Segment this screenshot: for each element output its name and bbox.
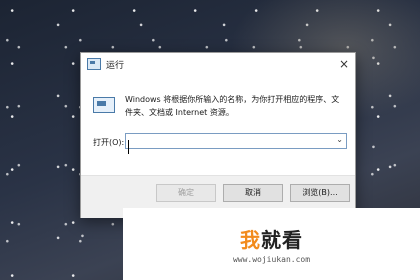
dialog-description: Windows 将根据你所输入的名称，为你打开相应的程序、文件夹、文档或 Int… xyxy=(125,95,340,117)
title-bar[interactable]: 运行 × xyxy=(81,53,355,75)
dialog-title: 运行 xyxy=(106,60,125,71)
watermark-brand: 我就看 xyxy=(123,224,420,253)
watermark-brand-part2: 就看 xyxy=(261,228,303,252)
run-app-icon xyxy=(93,97,115,113)
cancel-button[interactable]: 取消 xyxy=(223,184,283,202)
watermark-url: www.wojiukan.com xyxy=(232,255,311,264)
open-input[interactable] xyxy=(128,139,332,154)
close-button[interactable]: × xyxy=(335,55,353,73)
watermark-brand-part1: 我 xyxy=(240,228,261,252)
run-dialog: 运行 × Windows 将根据你所输入的名称，为你打开相应的程序、文件夹、文档… xyxy=(80,52,356,218)
chevron-down-icon[interactable]: ⌄ xyxy=(336,135,343,144)
open-combobox[interactable]: ⌄ xyxy=(125,133,347,154)
open-label: 打开(O): xyxy=(93,138,125,147)
watermark-logo: 我就看 www.wojiukan.com xyxy=(123,208,420,280)
run-icon xyxy=(87,58,101,70)
ok-button[interactable]: 确定 xyxy=(156,184,216,202)
browse-button[interactable]: 浏览(B)... xyxy=(290,184,350,202)
